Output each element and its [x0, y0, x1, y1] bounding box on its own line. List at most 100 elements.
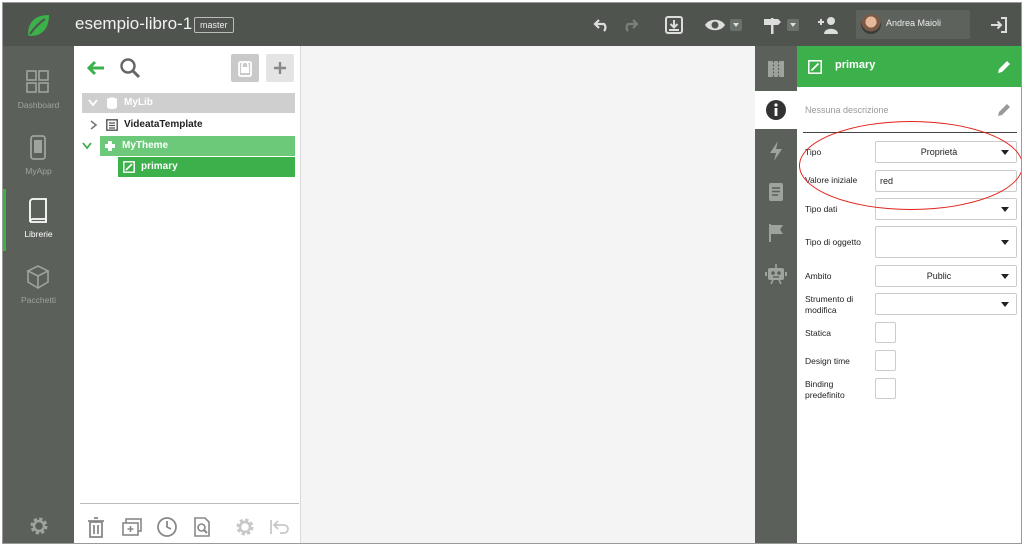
history-clock-icon[interactable] [156, 516, 178, 538]
add-user-icon[interactable] [817, 14, 839, 36]
avatar [861, 14, 881, 34]
nav-label: Dashboard [17, 100, 60, 110]
preview-dropdown-caret[interactable] [730, 19, 742, 31]
save-download-icon[interactable] [663, 14, 685, 36]
strumento-modifica-label: Strumento di modifica [805, 294, 853, 316]
add-folder-icon[interactable] [121, 516, 143, 538]
lightning-icon [770, 141, 782, 161]
inspector-tabs [755, 46, 797, 543]
nav-label: MyApp [25, 166, 52, 176]
tree-row-mytheme[interactable]: MyTheme [82, 136, 295, 156]
search-icon[interactable] [119, 57, 141, 79]
properties-title: primary [835, 59, 876, 71]
nav-label: Librerie [24, 229, 53, 239]
tree-row-label: MyLib [124, 97, 153, 108]
tab-flag[interactable] [755, 214, 797, 252]
nav-item-pacchetti[interactable]: Pacchetti [3, 255, 74, 317]
tree-row-label: MyTheme [122, 140, 169, 151]
signpost-dropdown-caret[interactable] [787, 19, 799, 31]
flag-icon [769, 224, 783, 242]
chevron-down-icon [1001, 302, 1009, 307]
chevron-down-icon [1001, 240, 1009, 245]
tab-layout[interactable] [755, 50, 797, 88]
tree-row-label: VideataTemplate [124, 119, 203, 130]
preview-eye-icon[interactable] [704, 14, 726, 36]
rename-pencil-icon[interactable] [996, 59, 1012, 75]
user-menu[interactable]: Andrea Maioli [856, 10, 970, 39]
leaf-logo-icon [28, 15, 49, 36]
app-title: esempio-libro-1 [75, 14, 193, 33]
annotation-ellipse [799, 121, 1021, 210]
gear-icon [236, 518, 254, 536]
tab-events[interactable] [755, 132, 797, 170]
chevron-down-icon[interactable] [82, 142, 92, 150]
description-text[interactable]: Nessuna descrizione [805, 105, 889, 115]
tree-row-videatatemplate[interactable]: VideataTemplate [82, 115, 295, 135]
left-nav: Dashboard MyApp Librerie Pacchetti [3, 46, 74, 543]
window-icon [106, 119, 118, 131]
tab-robot[interactable] [755, 255, 797, 293]
ambito-value: Public [926, 271, 952, 281]
logout-icon[interactable] [988, 14, 1010, 36]
design-time-checkbox[interactable] [875, 350, 896, 371]
trash-icon[interactable] [85, 516, 107, 538]
tipo-dati-label: Tipo dati [805, 204, 838, 214]
statica-label: Statica [805, 328, 831, 338]
chevron-down-icon [1001, 207, 1009, 212]
document-icon [769, 183, 783, 201]
chevron-right-icon[interactable] [90, 120, 98, 130]
design-time-label: Design time [805, 356, 850, 366]
robot-icon [765, 264, 787, 285]
phone-icon [30, 135, 46, 160]
add-item-button[interactable] [266, 54, 294, 82]
design-canvas[interactable] [301, 46, 755, 543]
lock-icon [238, 61, 252, 77]
properties-header: primary [797, 46, 1021, 87]
footer-divider [80, 503, 299, 504]
tree-row-primary[interactable]: primary [118, 157, 295, 177]
inspect-document-icon[interactable] [191, 516, 213, 538]
info-icon [766, 100, 786, 120]
undo-icon[interactable] [591, 14, 613, 36]
back-arrow-icon[interactable] [86, 58, 106, 78]
tab-info[interactable] [755, 91, 797, 129]
nav-item-myapp[interactable]: MyApp [3, 126, 74, 188]
ambito-label: Ambito [805, 271, 832, 281]
settings-gear-icon[interactable] [28, 515, 50, 537]
layout-columns-icon [768, 61, 784, 77]
nav-label: Pacchetti [21, 295, 56, 305]
chevron-down-icon[interactable] [88, 99, 98, 107]
binding-predefinito-checkbox[interactable] [875, 378, 896, 399]
nav-item-librerie[interactable]: Librerie [3, 189, 74, 251]
plus-icon [274, 62, 286, 74]
edit-square-icon [808, 60, 822, 74]
user-name: Andrea Maioli [886, 18, 942, 28]
active-indicator [3, 189, 6, 251]
tab-documentation[interactable] [755, 173, 797, 211]
lock-library-button[interactable] [231, 54, 259, 82]
tipo-oggetto-select[interactable] [875, 226, 1017, 258]
tipo-oggetto-label: Tipo di oggetto [805, 237, 861, 247]
signpost-icon[interactable] [761, 14, 783, 36]
strumento-label-line1: Strumento di [805, 294, 854, 304]
package-icon [26, 265, 50, 290]
binding-label-line1: Binding [805, 379, 834, 389]
strumento-modifica-select[interactable] [875, 293, 1017, 315]
dashboard-icon [26, 70, 49, 93]
nav-item-dashboard[interactable]: Dashboard [3, 60, 74, 122]
top-bar: esempio-libro-1 master Andrea Maioli [3, 3, 1021, 46]
tree-row-mylib[interactable]: MyLib [82, 93, 295, 113]
branch-badge[interactable]: master [194, 17, 234, 33]
revert-icon [270, 520, 289, 534]
ambito-select[interactable]: Public [875, 265, 1017, 287]
database-icon [107, 97, 117, 109]
app-window: esempio-libro-1 master Andrea Maioli Das… [2, 2, 1022, 544]
edit-description-pencil-icon[interactable] [996, 102, 1012, 118]
puzzle-icon [105, 141, 115, 151]
edit-square-icon [123, 161, 135, 173]
tree-panel: MyLib VideataTemplate MyTheme primary [74, 46, 301, 543]
chevron-down-icon [1001, 274, 1009, 279]
statica-checkbox[interactable] [875, 322, 896, 343]
book-icon [29, 198, 47, 223]
redo-icon[interactable] [619, 14, 641, 36]
